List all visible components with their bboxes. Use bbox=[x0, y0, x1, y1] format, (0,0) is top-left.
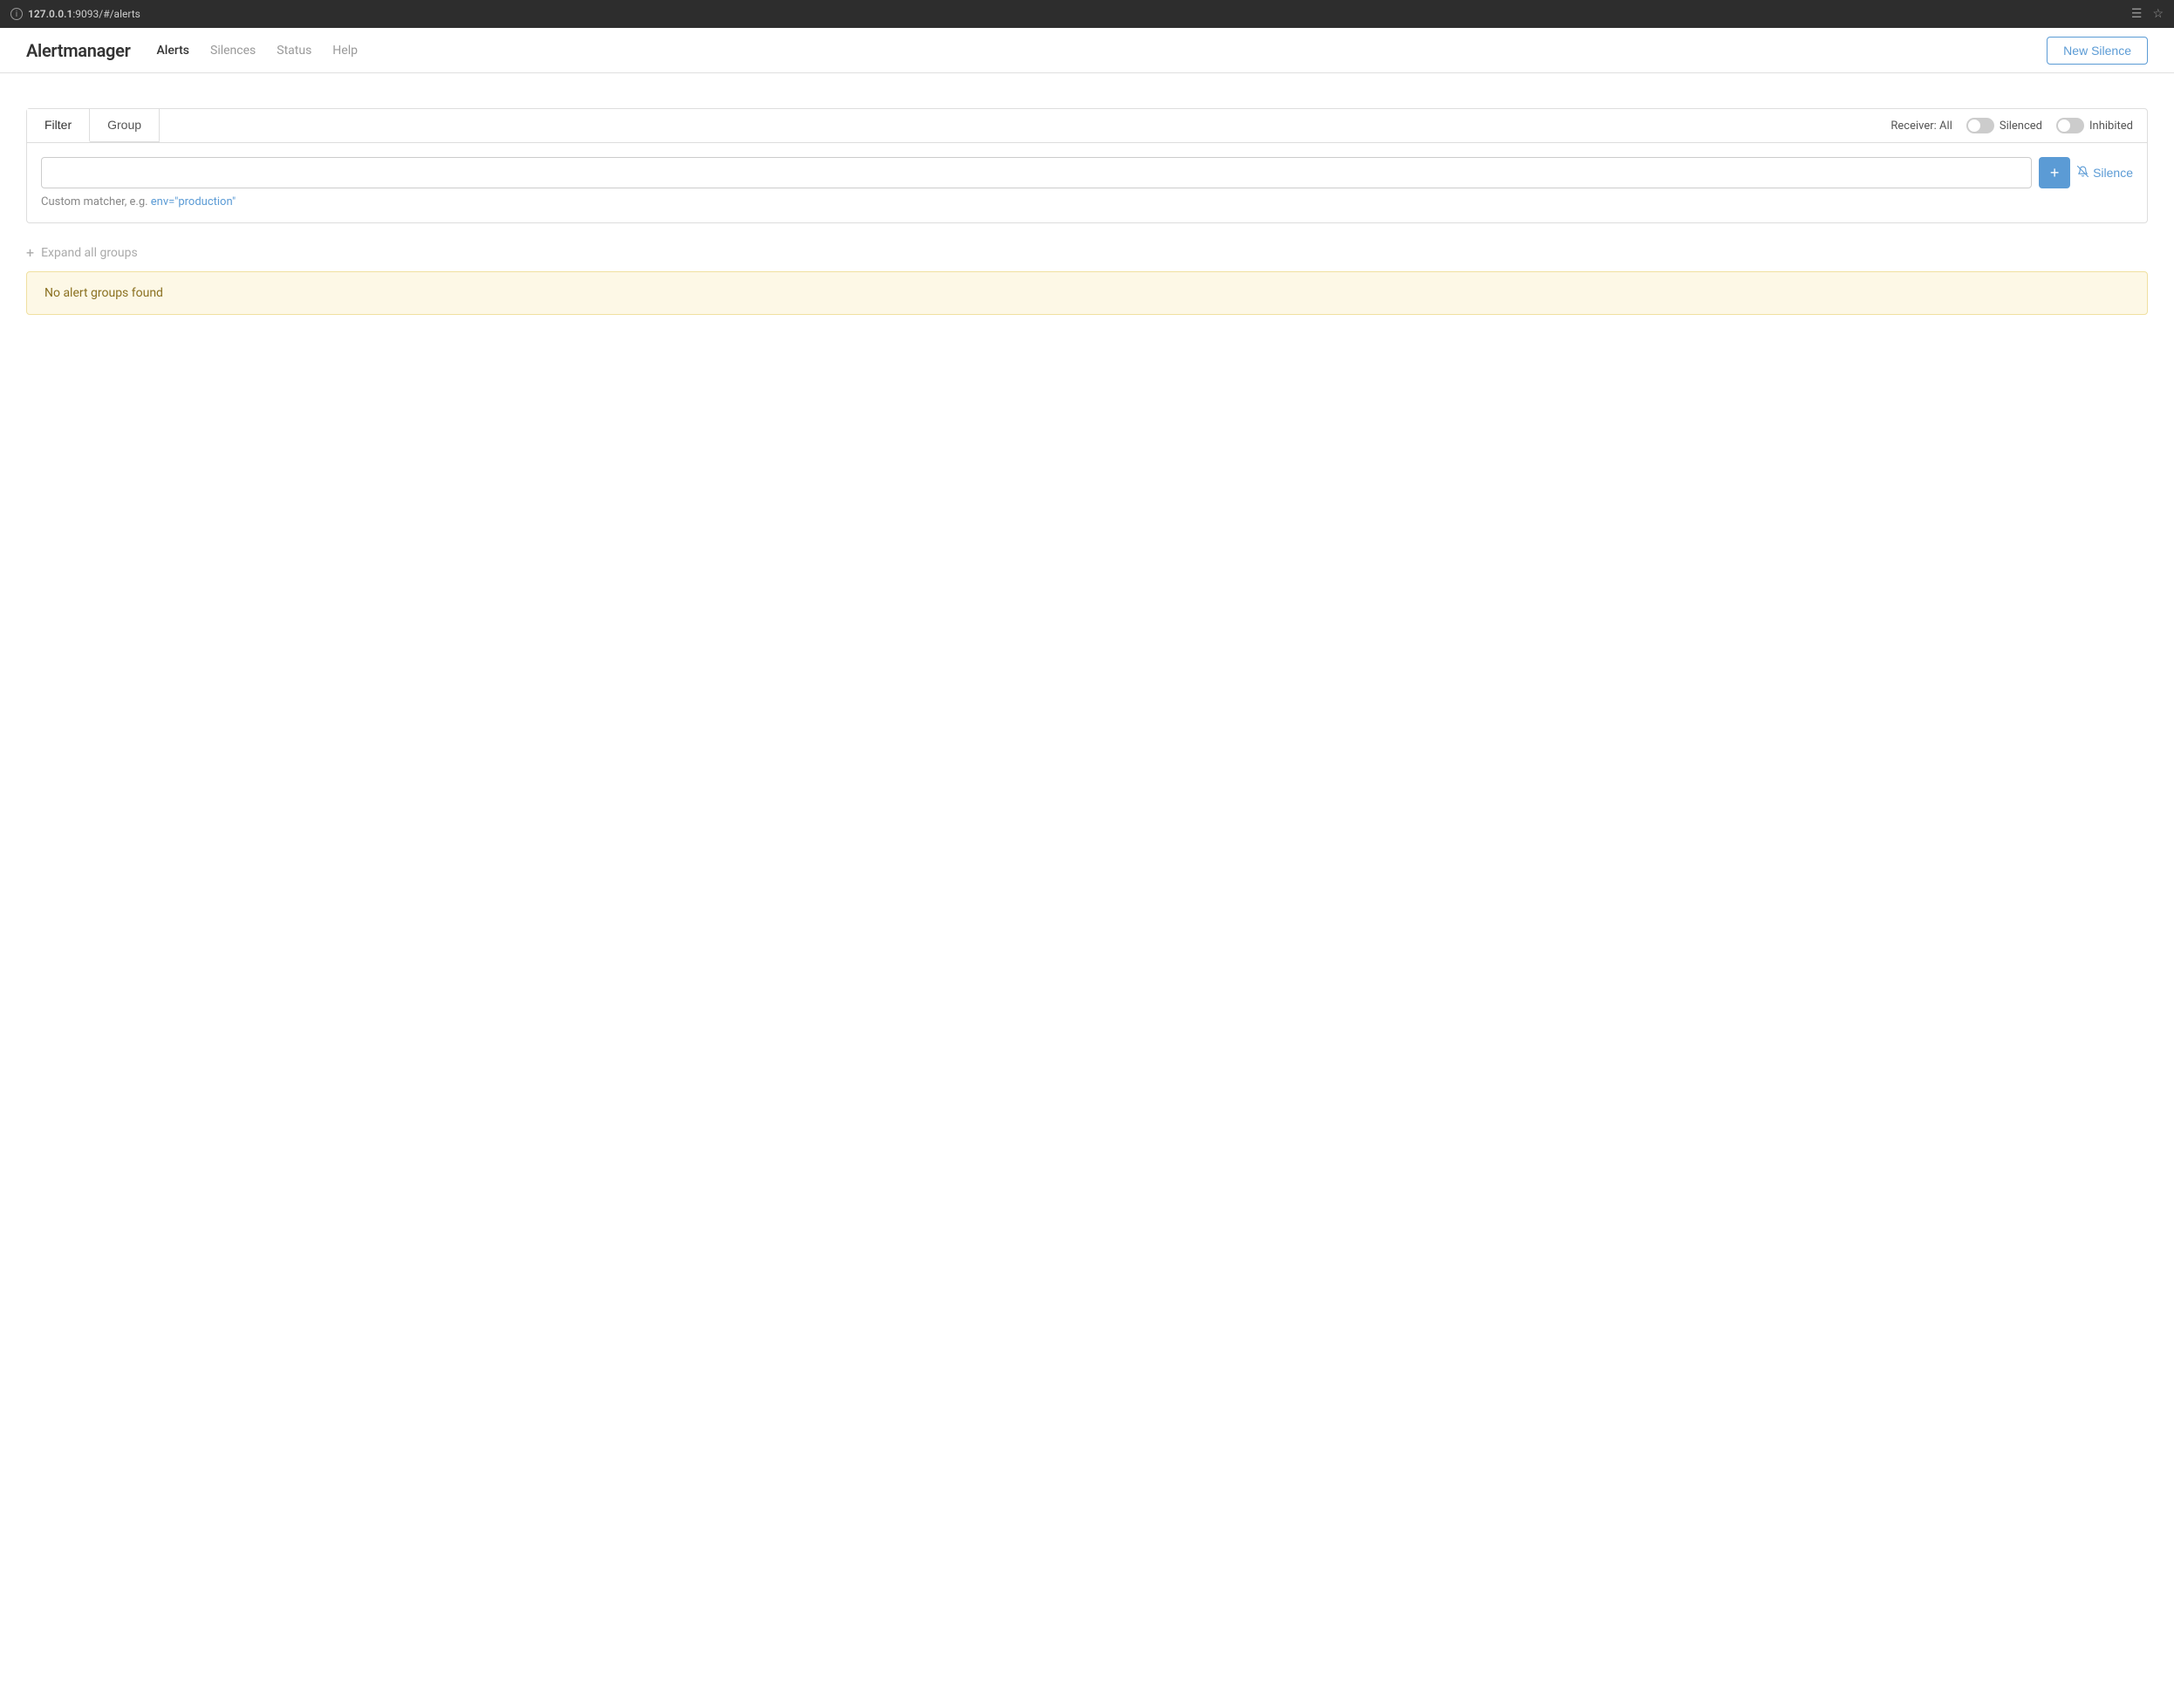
nav-item-alerts[interactable]: Alerts bbox=[154, 44, 191, 58]
page-info-icon: i bbox=[10, 8, 23, 20]
brand: Alertmanager bbox=[26, 40, 130, 61]
hamburger-icon[interactable]: ☰ bbox=[2131, 7, 2143, 21]
no-alerts-message: No alert groups found bbox=[44, 286, 163, 300]
url-host: 127.0.0.1 bbox=[28, 8, 72, 20]
silence-icon bbox=[2077, 166, 2089, 180]
tab-filter[interactable]: Filter bbox=[27, 109, 90, 142]
nav-item-help[interactable]: Help bbox=[331, 44, 359, 58]
filter-card: Filter Group Receiver: All Silenced Inhi… bbox=[26, 108, 2148, 223]
navbar-left: Alertmanager Alerts Silences Status Help bbox=[26, 40, 359, 61]
expand-all-label[interactable]: Expand all groups bbox=[41, 246, 138, 260]
silence-link-label: Silence bbox=[2093, 166, 2133, 180]
inhibited-toggle-group: Inhibited bbox=[2056, 118, 2133, 133]
tab-group[interactable]: Group bbox=[90, 109, 160, 142]
receiver-label: Receiver: All bbox=[1890, 120, 1952, 133]
custom-matcher-example[interactable]: env="production" bbox=[151, 195, 236, 208]
main-content: Filter Group Receiver: All Silenced Inhi… bbox=[0, 73, 2174, 350]
silenced-label: Silenced bbox=[2000, 120, 2042, 133]
new-silence-button[interactable]: New Silence bbox=[2047, 37, 2148, 65]
nav-item-status[interactable]: Status bbox=[275, 44, 313, 58]
filter-body: + Silence Custom matcher, e.g. env=" bbox=[27, 143, 2147, 222]
filter-input[interactable] bbox=[41, 157, 2032, 188]
url-path: :9093/#/alerts bbox=[72, 8, 140, 20]
add-filter-button[interactable]: + bbox=[2039, 157, 2070, 188]
nav-link-status[interactable]: Status bbox=[275, 40, 313, 61]
expand-all-plus-icon[interactable]: + bbox=[26, 244, 34, 261]
expand-all-row: + Expand all groups bbox=[26, 244, 2148, 261]
browser-icons: ☰ ☆ bbox=[2131, 7, 2164, 21]
filter-tabs: Filter Group bbox=[27, 109, 160, 142]
silenced-toggle-group: Silenced bbox=[1966, 118, 2042, 133]
silence-link-button[interactable]: Silence bbox=[2077, 166, 2133, 180]
url-text: 127.0.0.1:9093/#/alerts bbox=[28, 8, 140, 20]
silenced-toggle[interactable] bbox=[1966, 118, 1994, 133]
nav-link-silences[interactable]: Silences bbox=[209, 40, 257, 61]
inhibited-toggle[interactable] bbox=[2056, 118, 2084, 133]
nav-link-help[interactable]: Help bbox=[331, 40, 359, 61]
inhibited-label: Inhibited bbox=[2089, 120, 2133, 133]
nav-link-alerts[interactable]: Alerts bbox=[154, 40, 191, 61]
url-area: i 127.0.0.1:9093/#/alerts bbox=[10, 8, 2123, 20]
nav-item-silences[interactable]: Silences bbox=[209, 44, 257, 58]
navbar: Alertmanager Alerts Silences Status Help… bbox=[0, 28, 2174, 73]
tabs-and-controls: Filter Group Receiver: All Silenced Inhi… bbox=[27, 109, 2147, 143]
browser-bar: i 127.0.0.1:9093/#/alerts ☰ ☆ bbox=[0, 0, 2174, 28]
custom-matcher-hint: Custom matcher, e.g. env="production" bbox=[41, 195, 2133, 208]
right-controls: Receiver: All Silenced Inhibited bbox=[1890, 118, 2147, 133]
navbar-nav: Alerts Silences Status Help bbox=[154, 44, 359, 58]
star-icon[interactable]: ☆ bbox=[2152, 7, 2164, 21]
no-alerts-banner: No alert groups found bbox=[26, 271, 2148, 315]
filter-input-row: + Silence bbox=[41, 157, 2133, 188]
